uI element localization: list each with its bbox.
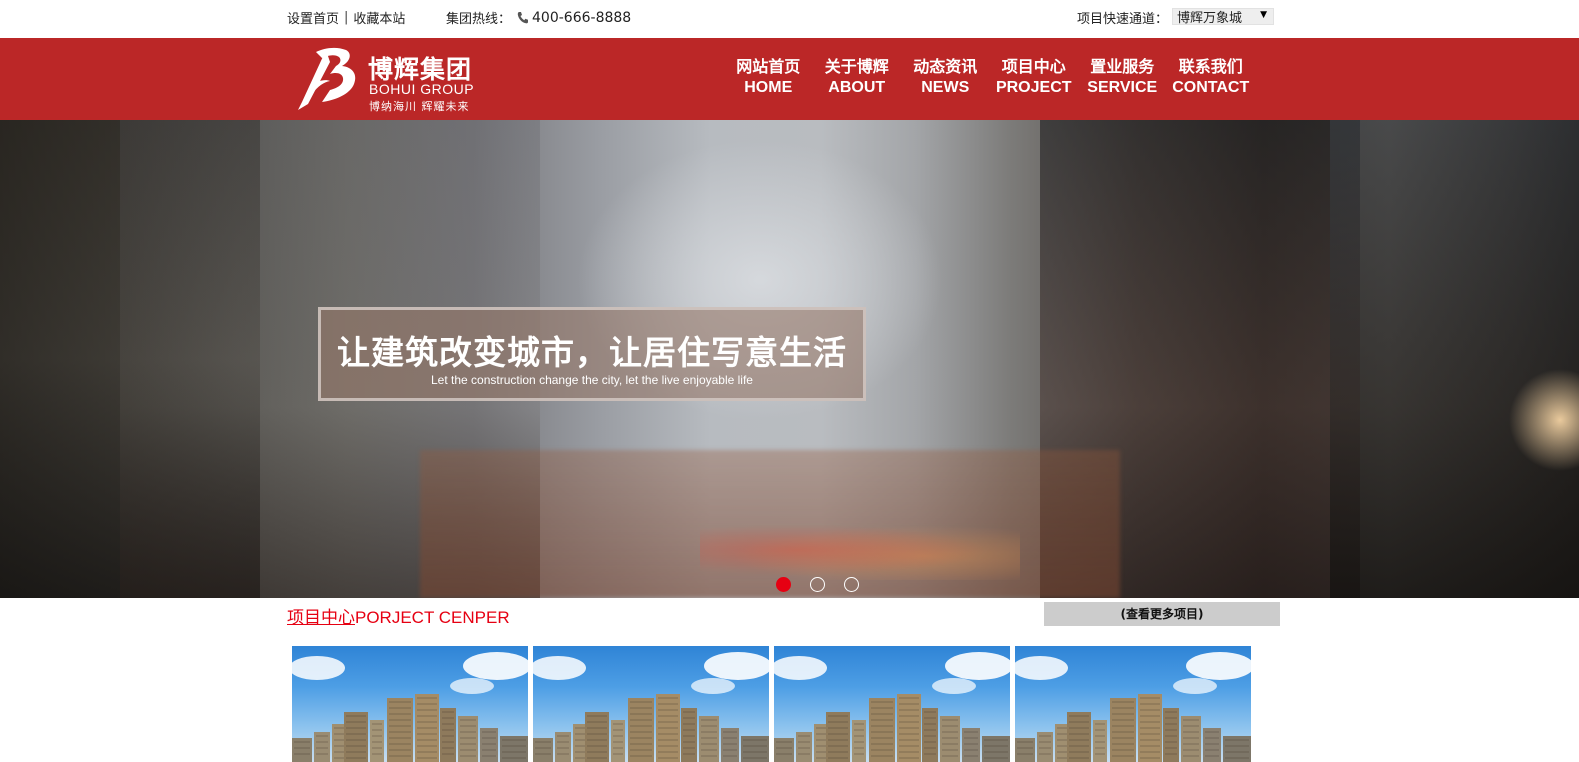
cloud [945,652,1010,680]
building [1203,728,1221,762]
project-select[interactable]: 博辉万象城 ▼ [1172,8,1275,26]
carousel-dot-2[interactable] [810,577,825,592]
nav-label-cn: 动态资讯 [913,59,978,76]
project-photo [1015,652,1251,762]
cloud [450,678,494,694]
building [1067,712,1091,762]
project-photo [774,652,1010,762]
building [344,712,368,762]
quick-access: 项目快速通道： 博辉万象城 ▼ [1077,8,1275,27]
cloud [704,652,769,680]
banner-lights [700,520,1020,580]
nav-label-cn: 网站首页 [736,59,801,76]
nav-label-cn: 项目中心 [1001,59,1066,76]
banner-glow [1500,360,1579,480]
building [1181,716,1201,762]
more-projects-button[interactable]: (查看更多项目) [1044,602,1280,626]
banner-subtitle: Let the construction change the city, le… [431,373,753,387]
hotline: 集团热线： 400-666-8888 [446,8,632,28]
hotline-label: 集团热线： [446,12,512,27]
cloud [1015,656,1068,680]
site-header: 博辉集团 BOHUI GROUP 博纳海川 辉耀未来 网站首页 HOME 关于博… [0,38,1579,120]
cloud [463,652,528,680]
carousel-dot-1[interactable] [776,577,791,592]
quick-access-label: 项目快速通道： [1077,12,1169,27]
project-thumbnail[interactable] [774,646,1010,762]
separator: | [344,10,349,25]
building [852,720,866,762]
nav-item-service[interactable]: 置业服务 SERVICE [1078,58,1167,98]
building [611,720,625,762]
hotline-number: 400-666-8888 [532,9,632,26]
project-thumbnails [292,646,1251,762]
building [458,716,478,762]
nav-label-cn: 置业服务 [1090,59,1155,76]
nav-item-home[interactable]: 网站首页 HOME [724,58,813,98]
logo-en: BOHUI GROUP [369,81,475,97]
cloud [533,656,586,680]
project-thumbnail[interactable] [292,646,528,762]
main-nav: 网站首页 HOME 关于博辉 ABOUT 动态资讯 NEWS 项目中心 PROJ… [724,58,1255,98]
building [585,712,609,762]
project-photo [292,652,528,762]
nav-label-cn: 关于博辉 [824,59,889,76]
project-title-cn[interactable]: 项目中心 [287,608,355,627]
nav-label-cn: 联系我们 [1178,59,1243,76]
building [370,720,384,762]
set-home-link[interactable]: 设置首页 [287,8,339,27]
nav-label-en: ABOUT [828,79,886,96]
cloud [932,678,976,694]
nav-item-news[interactable]: 动态资讯 NEWS [901,58,990,98]
project-photo [533,652,769,762]
top-links: 设置首页 | 收藏本站 [287,8,405,27]
nav-item-about[interactable]: 关于博辉 ABOUT [813,58,902,98]
cloud [1173,678,1217,694]
carousel-dots [776,577,859,592]
phone-icon [517,11,529,24]
nav-item-project[interactable]: 项目中心 PROJECT [990,58,1079,98]
nav-label-en: NEWS [921,79,970,96]
building [721,728,739,762]
logo[interactable]: 博辉集团 BOHUI GROUP 博纳海川 辉耀未来 [296,44,496,113]
banner-title: 让建筑改变城市，让居住写意生活 [337,333,847,372]
project-select-value: 博辉万象城 [1177,11,1243,26]
building [826,712,850,762]
nav-label-en: PROJECT [995,79,1072,96]
logo-mark-icon [296,44,366,112]
project-thumbnail[interactable] [1015,646,1251,762]
logo-slogan: 博纳海川 辉耀未来 [369,100,470,113]
carousel-dot-3[interactable] [844,577,859,592]
cloud [292,656,345,680]
cloud [691,678,735,694]
building [480,728,498,762]
project-section-title: 项目中心PORJECT CENPER [287,603,510,628]
building [1093,720,1107,762]
building [699,716,719,762]
nav-item-contact[interactable]: 联系我们 CONTACT [1167,58,1256,98]
banner-building-far-right [1330,120,1579,598]
nav-label-en: SERVICE [1087,79,1158,96]
building [940,716,960,762]
hero-banner: 让建筑改变城市，让居住写意生活 Let the construction cha… [0,120,1579,598]
top-utility-bar: 设置首页 | 收藏本站 集团热线： 400-666-8888 项目快速通道： 博… [0,0,1579,38]
nav-label-en: HOME [744,79,793,96]
banner-caption: 让建筑改变城市，让居住写意生活 Let the construction cha… [318,307,866,401]
project-thumbnail[interactable] [533,646,769,762]
cloud [1186,652,1251,680]
dropdown-arrow-icon[interactable]: ▼ [1260,10,1267,20]
nav-label-en: CONTACT [1172,79,1250,96]
project-title-en: PORJECT CENPER [355,608,510,627]
cloud [774,656,827,680]
building [962,728,980,762]
bookmark-link[interactable]: 收藏本站 [353,8,405,27]
